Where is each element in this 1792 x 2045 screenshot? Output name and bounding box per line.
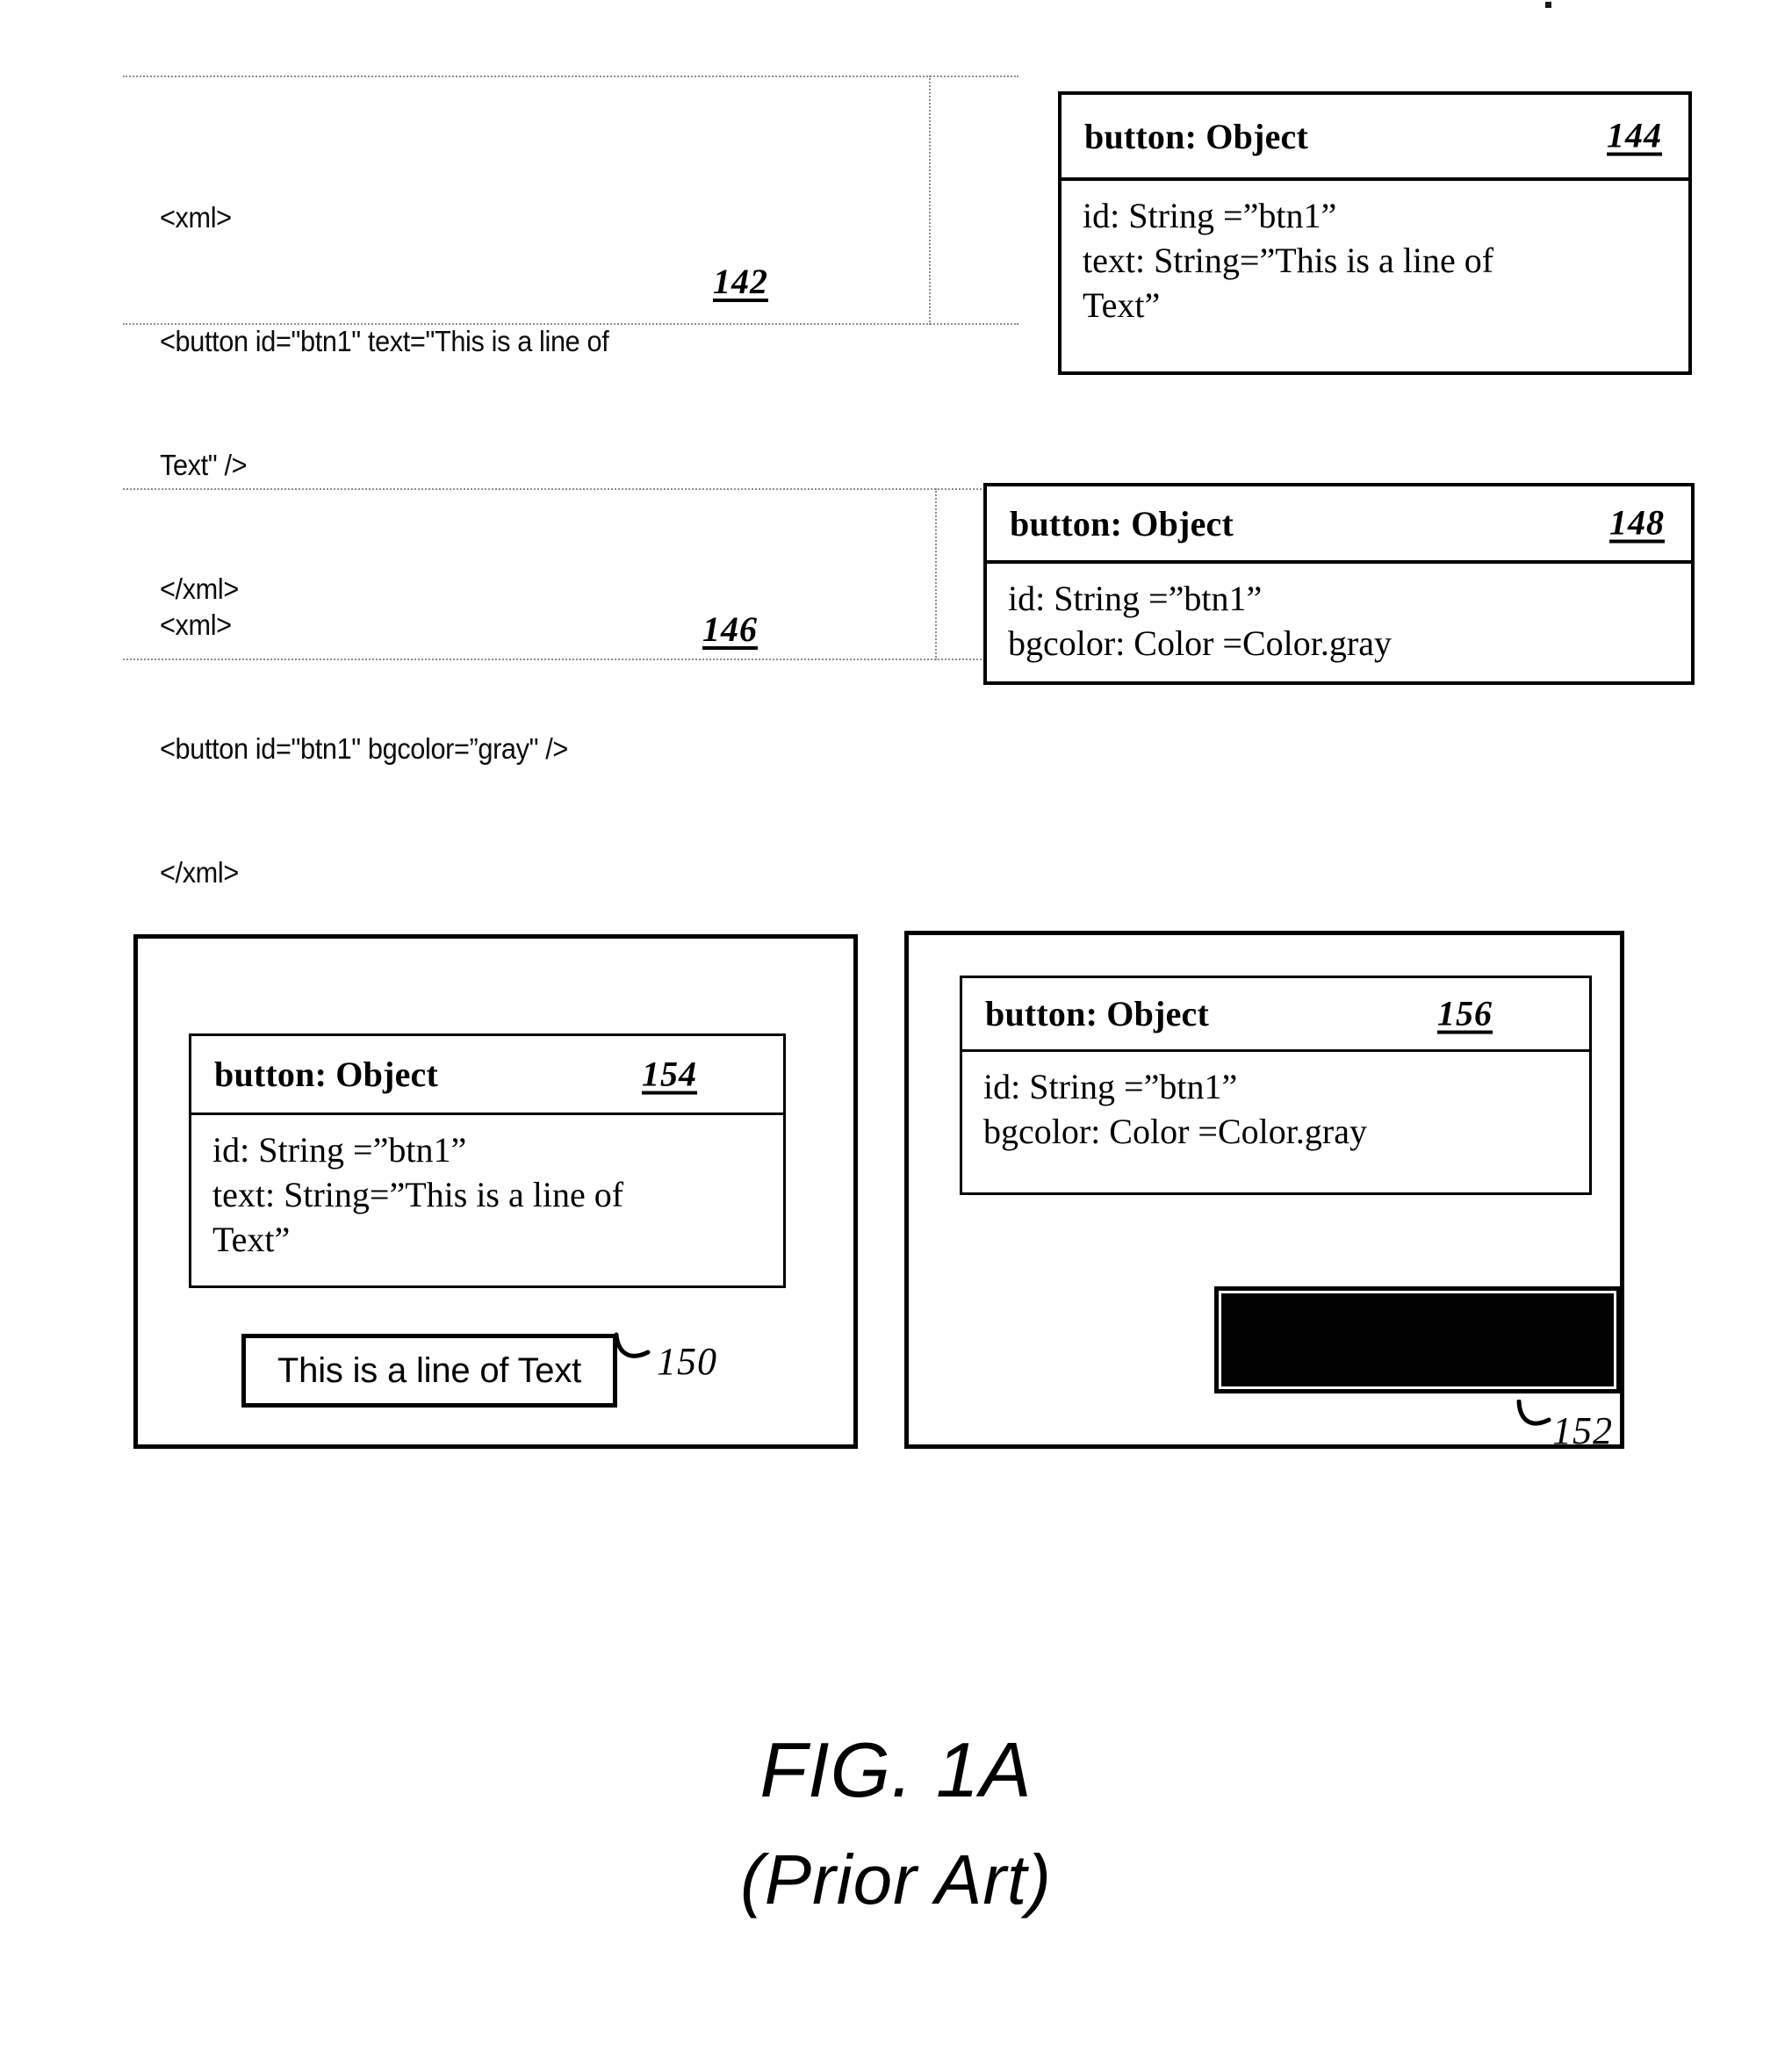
object-attribute: text: String=”This is a line of: [1083, 241, 1494, 280]
object-attribute: text: String=”This is a line of: [212, 1175, 624, 1214]
object-box-154-header: button: Object 154: [191, 1036, 783, 1115]
object-attribute: id: String =”btn1”: [1008, 579, 1263, 618]
object-box-144: button: Object 144 id: String =”btn1” te…: [1058, 91, 1692, 375]
object-box-154: button: Object 154 id: String =”btn1” te…: [189, 1033, 786, 1288]
xml-line: </xml>: [160, 856, 239, 889]
reference-numeral-142: 142: [713, 262, 768, 301]
reference-numeral-152: 152: [1552, 1409, 1613, 1452]
rendered-gray-button-152[interactable]: [1214, 1286, 1621, 1393]
xml-line: <xml>: [160, 608, 232, 641]
object-box-148-attributes: id: String =”btn1” bgcolor: Color =Color…: [987, 564, 1691, 680]
rendered-text-button-150[interactable]: This is a line of Text: [241, 1334, 617, 1408]
xml-line: <button id="btn1" text="This is a line o…: [160, 325, 609, 357]
xml-snippet-146-dashed-top: [123, 488, 1027, 490]
object-box-156-header: button: Object 156: [962, 978, 1589, 1052]
xml-line: <xml>: [160, 201, 232, 234]
xml-snippet-142-dashed-right: [929, 76, 931, 325]
object-box-144-header: button: Object 144: [1062, 95, 1688, 181]
xml-line: <button id="btn1" bgcolor=”gray" />: [160, 732, 568, 765]
reference-numeral-144: 144: [1607, 115, 1662, 155]
object-box-154-title: button: Object: [214, 1055, 439, 1094]
xml-snippet-146-dashed-right: [935, 488, 937, 660]
object-attribute: id: String =”btn1”: [983, 1067, 1238, 1106]
object-box-144-title: button: Object: [1084, 116, 1309, 156]
object-box-148: button: Object 148 id: String =”btn1” bg…: [983, 483, 1695, 685]
object-attribute: id: String =”btn1”: [1083, 196, 1337, 235]
object-box-148-title: button: Object: [1010, 503, 1234, 544]
reference-numeral-156: 156: [1437, 993, 1493, 1033]
rendered-text-button-150-label: This is a line of Text: [277, 1350, 582, 1390]
reference-numeral-150: 150: [657, 1340, 717, 1383]
object-box-154-attributes: id: String =”btn1” text: String=”This is…: [191, 1115, 783, 1276]
object-box-156: button: Object 156 id: String =”btn1” bg…: [960, 976, 1592, 1195]
rendered-panel-right: button: Object 156 id: String =”btn1” bg…: [904, 931, 1624, 1449]
object-attribute: bgcolor: Color =Color.gray: [983, 1112, 1367, 1151]
xml-line: Text" />: [160, 449, 248, 481]
reference-numeral-148: 148: [1609, 502, 1665, 543]
rendered-panel-left: button: Object 154 id: String =”btn1” te…: [133, 934, 858, 1449]
object-attribute: Text”: [212, 1220, 291, 1259]
figure-caption: FIG. 1A: [759, 1726, 1033, 1813]
object-attribute: Text”: [1083, 285, 1161, 325]
object-box-156-title: button: Object: [985, 994, 1210, 1033]
xml-snippet-142-dashed-top: [123, 76, 1018, 77]
reference-numeral-146: 146: [702, 609, 758, 649]
figure-subcaption: (Prior Art): [740, 1840, 1052, 1919]
xml-snippet-146: <xml> <button id="btn1" bgcolor=”gray" /…: [160, 522, 932, 934]
object-box-144-attributes: id: String =”btn1” text: String=”This is…: [1062, 181, 1688, 342]
scan-speck: [1545, 2, 1551, 8]
object-attribute: id: String =”btn1”: [212, 1130, 467, 1170]
reference-numeral-154: 154: [642, 1054, 697, 1094]
object-box-148-header: button: Object 148: [987, 486, 1691, 564]
object-attribute: bgcolor: Color =Color.gray: [1008, 623, 1392, 663]
object-box-156-attributes: id: String =”btn1” bgcolor: Color =Color…: [962, 1052, 1589, 1168]
